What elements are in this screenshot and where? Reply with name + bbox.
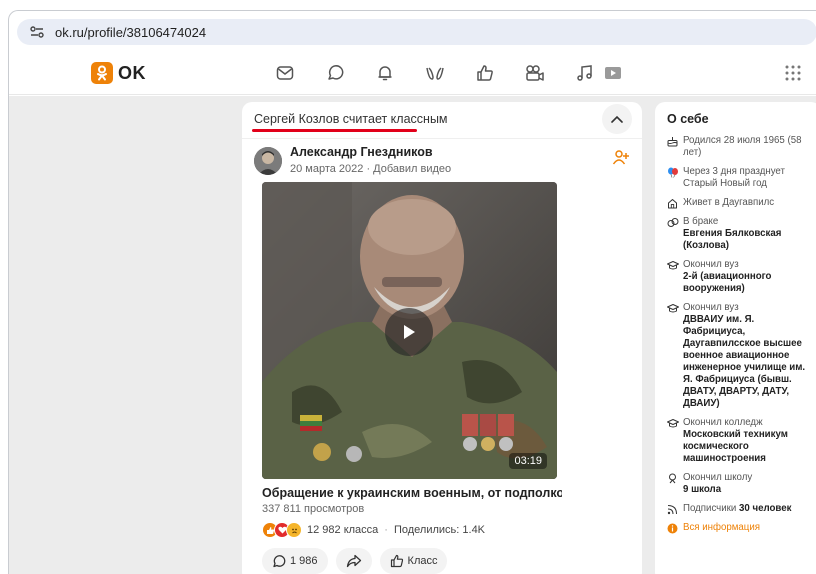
music-icon[interactable] [573, 61, 597, 85]
likes-heading[interactable]: Сергей Козлов считает классным [254, 112, 448, 126]
about-university-1: Окончил вуз 2-й (авиационного вооружения… [667, 259, 816, 295]
about-subscribers[interactable]: Подписчики 30 человек [667, 503, 816, 515]
school-icon [669, 473, 676, 484]
balloons-icon [668, 167, 678, 178]
address-bar[interactable]: ok.ru/profile/38106474024 [17, 19, 816, 45]
share-icon [346, 554, 361, 568]
logo-text: OK [118, 62, 146, 83]
play-button[interactable] [385, 308, 433, 356]
post-actions: 1 986 Класс [262, 548, 455, 574]
collapse-button[interactable] [602, 104, 632, 134]
add-friend-icon[interactable] [612, 149, 632, 169]
video-player[interactable]: 03:19 [262, 182, 557, 479]
site-header: OK [9, 51, 816, 95]
dot-separator: · [384, 524, 388, 536]
birthday-cake-icon [667, 137, 678, 147]
events-like-icon[interactable] [473, 61, 497, 85]
page-content: Сергей Козлов считает классным Александр… [9, 96, 816, 574]
reactions-row: 12 982 класса · Поделились: 1.4K [262, 522, 485, 538]
discussions-icon[interactable] [323, 61, 347, 85]
post-meta: 20 марта 2022 · Добавил видео [290, 163, 452, 175]
feed-card: Сергей Козлов считает классным Александр… [242, 102, 642, 574]
url-text: ok.ru/profile/38106474024 [55, 24, 207, 40]
reactions-count[interactable]: 12 982 класса [307, 524, 378, 536]
class-button[interactable]: Класс [379, 548, 448, 574]
about-college: Окончил колледж Московский техникум косм… [667, 417, 816, 465]
share-button[interactable] [335, 548, 372, 574]
comments-button[interactable]: 1 986 [262, 548, 328, 574]
all-info-link[interactable]: Вся информация [667, 522, 816, 534]
ok-logo[interactable]: OK [91, 62, 146, 84]
ok-logo-icon [91, 62, 113, 84]
about-panel: О себе Родился 28 июля 1965 (58 лет) Чер… [655, 102, 816, 574]
video-duration: 03:19 [509, 453, 547, 469]
likes-heading-underline [252, 129, 417, 132]
about-title: О себе [667, 112, 709, 126]
about-holiday: Через 3 дня празднует Старый Новый год [667, 166, 816, 190]
comment-icon [273, 555, 286, 568]
college-link[interactable]: Московский техникум космического машинос… [683, 429, 788, 464]
play-icon [404, 325, 415, 339]
graduation-cap-icon [667, 261, 679, 270]
notifications-icon[interactable] [373, 61, 397, 85]
browser-window: ok.ru/profile/38106474024 OK Сергей Козл… [8, 10, 816, 574]
top-nav [273, 61, 651, 85]
video-title[interactable]: Обращение к украинским военным, от подпо… [262, 486, 562, 500]
about-school: Окончил школу 9 школа [667, 472, 816, 496]
home-icon [668, 199, 677, 209]
sad-reaction-icon [286, 522, 302, 538]
site-settings-icon[interactable] [29, 24, 45, 40]
class-like-icon [390, 554, 403, 568]
about-lives: Живет в Даугавпилс [667, 197, 816, 209]
messages-icon[interactable] [273, 61, 297, 85]
school-link[interactable]: 9 школа [683, 484, 721, 495]
graduation-cap-icon [667, 419, 679, 428]
guests-icon[interactable] [423, 61, 447, 85]
class-label: Класс [407, 555, 438, 567]
apps-grid-icon[interactable] [783, 63, 803, 83]
spouse-link[interactable]: Евгения Бялковская (Козлова) [683, 228, 781, 251]
author-avatar[interactable] [254, 147, 282, 175]
about-birth: Родился 28 июля 1965 (58 лет) [667, 135, 816, 159]
shares-count[interactable]: Поделились: 1.4K [394, 524, 485, 536]
rings-icon [667, 218, 679, 227]
video-icon[interactable] [523, 61, 547, 85]
comments-count: 1 986 [290, 555, 318, 567]
graduation-cap-icon [667, 304, 679, 313]
rss-icon [667, 505, 677, 515]
games-icon[interactable] [601, 61, 625, 85]
university-1-link[interactable]: 2-й (авиационного вооружения) [683, 271, 771, 294]
info-icon [667, 523, 678, 534]
post-author[interactable]: Александр Гнездников [290, 145, 433, 159]
about-university-2: Окончил вуз ДВВАИУ им. Я. Фабрициуса, Да… [667, 302, 816, 410]
divider [242, 138, 642, 139]
about-married: В браке Евгения Бялковская (Козлова) [667, 216, 816, 252]
chevron-up-icon [611, 115, 623, 123]
university-2-link[interactable]: ДВВАИУ им. Я. Фабрициуса, Даугавпилсское… [683, 314, 805, 409]
video-views: 337 811 просмотров [262, 503, 365, 515]
